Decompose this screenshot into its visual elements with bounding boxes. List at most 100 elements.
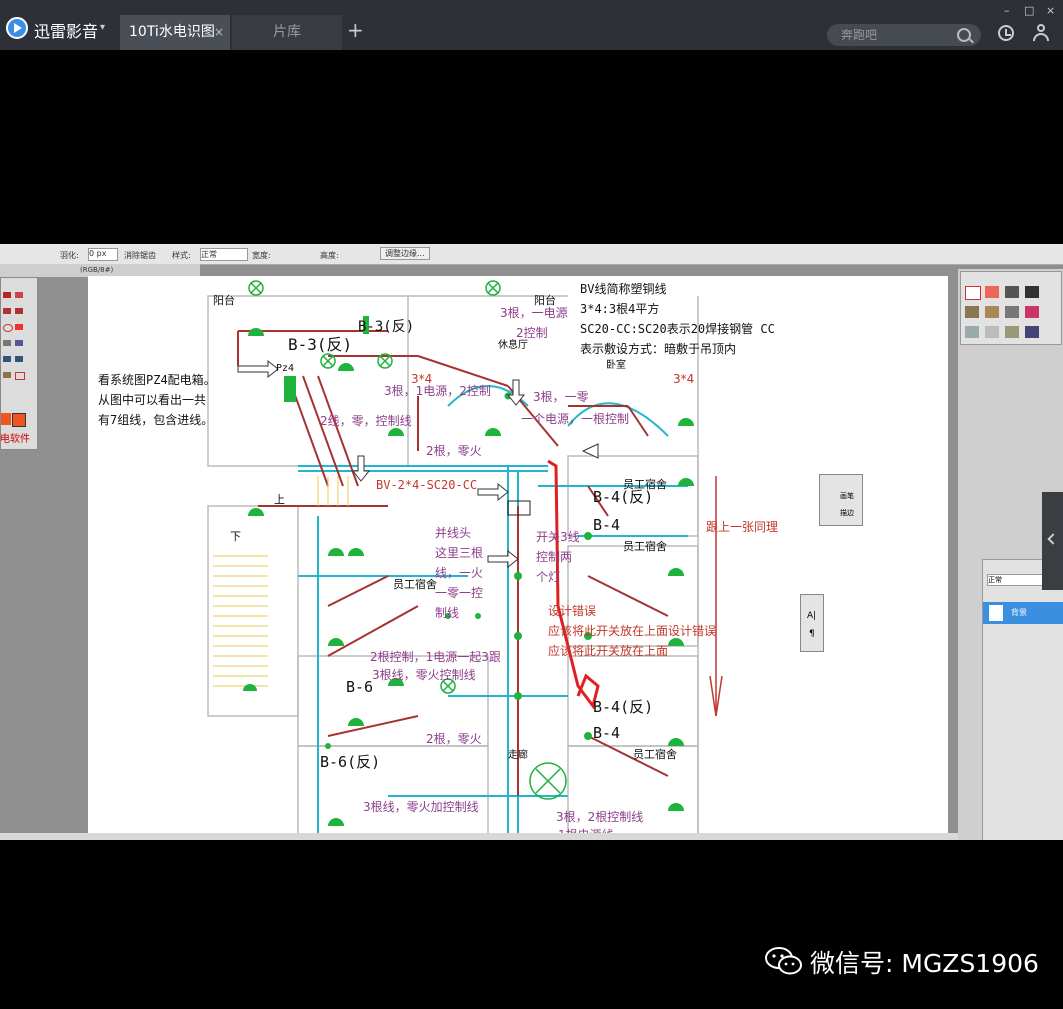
style-swatch[interactable] [985, 286, 999, 298]
blend-mode-select[interactable]: 正常 [987, 574, 1049, 586]
selection-tool-icon[interactable] [15, 308, 23, 314]
style-swatch[interactable] [1005, 326, 1019, 338]
zoom-tool-icon[interactable] [15, 356, 23, 362]
xunlei-logo-icon[interactable] [6, 17, 28, 39]
style-swatch[interactable] [1025, 326, 1039, 338]
type-tool-icon[interactable] [15, 340, 23, 346]
playlist-toggle-handle[interactable] [1042, 492, 1063, 590]
room-label: 员工宿舍 [633, 748, 677, 761]
ps-toolbox[interactable] [0, 277, 38, 450]
room-label: B-4 [593, 516, 621, 534]
room-label: 走廊 [508, 750, 528, 761]
red-annotation: 3*4 [673, 372, 695, 386]
history-brush-icon[interactable] [15, 292, 23, 298]
annotation: 2根，零火 [426, 444, 482, 458]
layer-thumbnail [989, 605, 1003, 621]
style-swatch[interactable] [985, 306, 999, 318]
layer-row-selected[interactable]: 背景 [983, 602, 1063, 624]
tab-video-active[interactable]: 10Ti水电识图 × [120, 15, 230, 50]
gradient-tool-icon[interactable] [3, 340, 11, 346]
drawing-canvas[interactable]: 看系统图PZ4配电箱。 从图中可以看出一共 有7组线，包含进线。 BV线简称塑铜… [88, 276, 948, 836]
tab-label: 10Ti水电识图 [129, 24, 215, 40]
room-label: B-6(反) [320, 753, 381, 771]
minimize-button[interactable]: – [1004, 4, 1010, 17]
ps-style-select[interactable]: 正常 [200, 248, 248, 261]
background-color-swatch[interactable] [12, 413, 26, 427]
style-swatch[interactable] [985, 326, 999, 338]
stroke-panel-label[interactable]: 描边 [840, 508, 854, 518]
tab-library[interactable]: 片库 [232, 15, 342, 50]
note-line: 看系统图PZ4配电箱。 [98, 373, 216, 387]
quickmask-icon[interactable] [15, 372, 25, 380]
app-menu-chevron-down-icon[interactable]: ▾ [100, 22, 105, 33]
ps-option[interactable]: 消除锯齿 [124, 250, 156, 261]
ps-character-panel[interactable]: A| ¶ [800, 594, 824, 652]
player-title-bar: 迅雷影音 ▾ 10Ti水电识图 × 片库 + 奔跑吧 – □ × [0, 0, 1063, 50]
style-swatch[interactable] [965, 286, 981, 300]
ps-option: 高度: [320, 251, 339, 260]
room-label: Pz4 [276, 363, 295, 374]
red-annotation: 3*4 [411, 372, 433, 386]
close-button[interactable]: × [1046, 4, 1055, 17]
style-swatch[interactable] [1005, 306, 1019, 318]
search-icon[interactable] [957, 28, 971, 42]
maximize-button[interactable]: □ [1024, 4, 1034, 17]
annotation: 3根，1电源，2控制 [384, 384, 491, 398]
pz4-distribution-box [284, 376, 296, 402]
red-annotation: 应该将此开关放在上面 [548, 644, 669, 658]
rect-tool-icon[interactable] [15, 324, 23, 330]
app-name[interactable]: 迅雷影音 [34, 18, 98, 42]
note-line: SC20-CC:SC20表示20焊接钢管 CC [580, 322, 775, 336]
annotation: 并线头 [435, 526, 472, 540]
ps-styles-panel[interactable] [960, 271, 1062, 345]
annotation: 3根线，零火控制线 [372, 668, 476, 682]
eyedropper-icon[interactable] [3, 372, 11, 378]
ps-layers-panel[interactable]: 正常 背景 [982, 559, 1063, 840]
room-label: B-3(反) [288, 335, 353, 354]
style-swatch[interactable] [965, 326, 979, 338]
character-icon[interactable]: A| [807, 611, 816, 621]
ps-refine-edge-button[interactable]: 调整边缘... [380, 247, 430, 260]
annotation: 3根，一零 [533, 390, 589, 404]
brush-panel-label[interactable]: 画笔 [840, 491, 854, 501]
stair-label: 上 [274, 493, 285, 506]
stair-hatch [213, 476, 349, 687]
style-swatch[interactable] [965, 306, 979, 318]
ps-feather-input[interactable]: 0 px [88, 248, 118, 261]
note-line: 3*4:3根4平方 [580, 302, 660, 316]
ps-option: 羽化: [60, 251, 79, 260]
red-indicator [709, 476, 723, 717]
room-label: B-3(反) [358, 319, 415, 335]
style-swatch[interactable] [1025, 306, 1039, 318]
tab-close-icon[interactable]: × [214, 15, 224, 50]
annotation: 开关3线 [536, 530, 580, 544]
paragraph-icon[interactable]: ¶ [809, 629, 815, 639]
ps-option: 宽度: [252, 251, 271, 260]
wechat-watermark-text: 微信号: MGZS1906 [810, 949, 1039, 978]
search-input[interactable]: 奔跑吧 [827, 24, 981, 46]
foreground-color-swatch[interactable] [1, 413, 11, 425]
user-icon[interactable] [1032, 24, 1050, 42]
ellipse-tool-icon[interactable] [3, 324, 13, 332]
video-frame[interactable]: 羽化: 0 px 消除锯齿 样式: 正常 宽度: 高度: 调整边缘... (RG… [0, 244, 1063, 840]
annotation: 个灯 [536, 570, 561, 584]
note-line: 有7组线，包含进线。 [98, 413, 214, 427]
annotation: 一个电源，一根控制 [521, 412, 630, 426]
style-swatch[interactable] [1025, 286, 1039, 298]
room-label: B-4(反) [593, 488, 654, 506]
room-label: 员工宿舍 [623, 540, 667, 553]
annotation: 这里三根 [435, 546, 484, 560]
red-annotation: 设计错误 [548, 604, 597, 618]
history-clock-icon[interactable] [998, 25, 1014, 41]
style-swatch[interactable] [1005, 286, 1019, 298]
note-line: 表示敷设方式：暗敷于吊顶内 [580, 342, 737, 356]
hand-tool-icon[interactable] [3, 356, 11, 362]
room-label: B-4(反) [593, 698, 654, 716]
annotation: 线，一火 [435, 566, 484, 580]
red-annotation: BV-2*4-SC20-CC [376, 478, 478, 492]
annotation: 3根，2根控制线 [556, 810, 644, 824]
brush-tool-icon[interactable] [3, 292, 11, 298]
add-tab-button[interactable]: + [347, 18, 364, 42]
pen-tool-icon[interactable] [3, 308, 11, 314]
ps-floating-panel[interactable]: 画笔 描边 [819, 474, 863, 526]
